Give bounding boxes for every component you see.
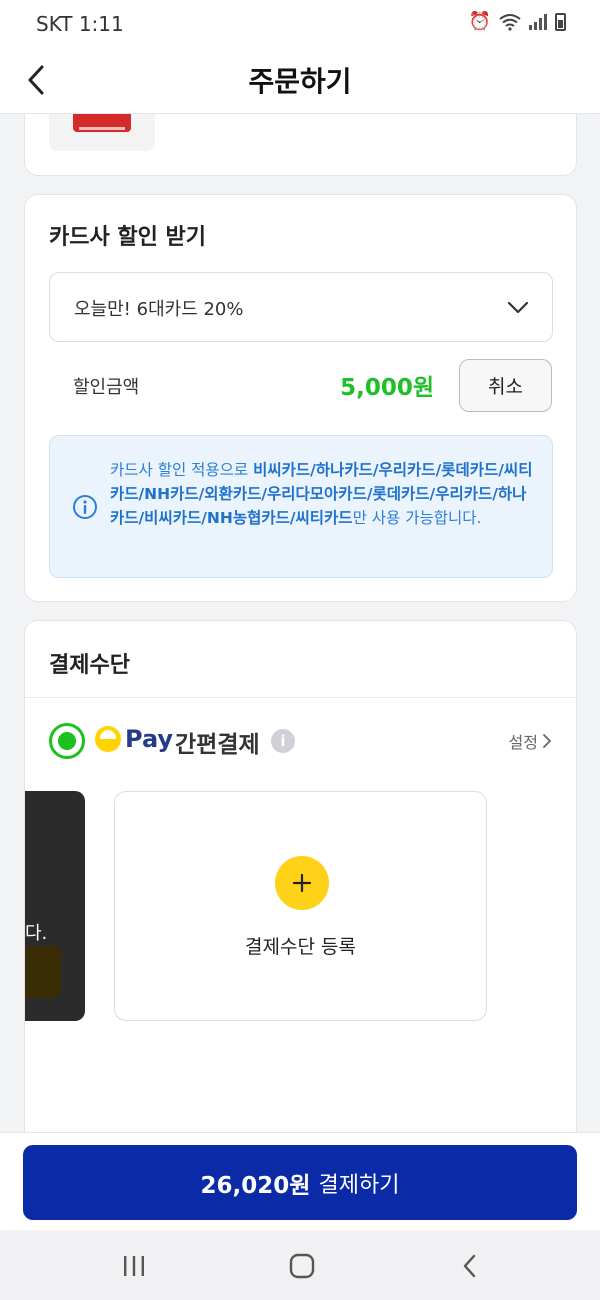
section-title: 결제수단 <box>49 653 130 678</box>
info-icon[interactable]: i <box>271 729 295 753</box>
pay-method-label: 간편결제 <box>175 732 260 758</box>
status-icons: ⏰ <box>469 12 566 32</box>
page-title: 주문하기 <box>248 65 352 98</box>
bottom-bar: 26,020원 결제하기 <box>0 1132 600 1230</box>
card-action-button[interactable] <box>25 946 61 998</box>
home-button[interactable] <box>282 1246 322 1286</box>
product-image <box>73 114 131 132</box>
info-prefix: 카드사 할인 적용으로 <box>110 461 254 479</box>
status-time: SKT 1:11 <box>36 12 124 36</box>
cancel-discount-button[interactable]: 취소 <box>459 359 552 412</box>
recent-apps-button[interactable] <box>114 1246 154 1286</box>
card-discount-select[interactable]: 오늘만! 6대카드 20% <box>49 272 553 342</box>
product-thumbnail[interactable] <box>49 114 155 151</box>
divider <box>25 697 576 698</box>
info-notice: 카드사 할인 적용으로 비씨카드/하나카드/우리카드/롯데카드/씨티카드/NH카… <box>49 435 553 578</box>
settings-label: 설정 <box>508 733 538 752</box>
register-payment-card[interactable]: 결제수단 등록 <box>114 791 487 1021</box>
card-discount-section: 카드사 할인 받기 오늘만! 6대카드 20% 할인금액 5,000원 취소 카… <box>24 194 577 602</box>
pay-logo: Pay <box>95 725 173 753</box>
registered-card-partial[interactable]: 다. <box>25 791 85 1021</box>
info-text: 카드사 할인 적용으로 비씨카드/하나카드/우리카드/롯데카드/씨티카드/NH카… <box>110 458 540 530</box>
payment-method-section: 결제수단 Pay 간편결제 i 설정 다. 결제수단 등록 <box>24 620 577 1180</box>
product-card <box>24 114 577 176</box>
pay-amount: 26,020원 <box>200 1172 311 1199</box>
battery-icon <box>555 13 566 31</box>
plus-icon <box>292 873 312 893</box>
register-label: 결제수단 등록 <box>245 936 356 958</box>
selected-option: 오늘만! 6대카드 20% <box>74 299 244 320</box>
card-text: 다. <box>25 923 48 944</box>
info-icon <box>73 495 97 519</box>
pay-button-label: 결제하기 <box>318 1172 400 1198</box>
discount-label: 할인금액 <box>73 377 140 398</box>
info-suffix: 만 사용 가능합니다. <box>352 509 482 527</box>
recent-apps-icon <box>124 1256 144 1276</box>
settings-link[interactable]: 설정 <box>509 729 552 753</box>
back-nav-button[interactable] <box>450 1246 490 1286</box>
wifi-icon <box>499 14 521 31</box>
chevron-right-icon <box>543 734 552 748</box>
add-payment-button[interactable] <box>275 856 329 910</box>
status-bar: SKT 1:11 ⏰ <box>0 0 600 46</box>
pay-radio-button[interactable] <box>49 723 85 759</box>
signal-icon <box>529 14 547 30</box>
section-title: 카드사 할인 받기 <box>49 225 206 250</box>
pay-logo-icon <box>95 726 121 752</box>
system-nav-bar <box>0 1230 600 1300</box>
discount-amount: 5,000원 <box>340 375 434 401</box>
alarm-icon: ⏰ <box>468 11 491 32</box>
back-icon <box>463 1254 476 1278</box>
home-icon <box>289 1253 315 1279</box>
pay-button[interactable]: 26,020원 결제하기 <box>23 1145 577 1220</box>
chevron-down-icon <box>507 301 529 314</box>
pay-brand: Pay <box>125 725 174 753</box>
header: 주문하기 <box>0 46 600 114</box>
